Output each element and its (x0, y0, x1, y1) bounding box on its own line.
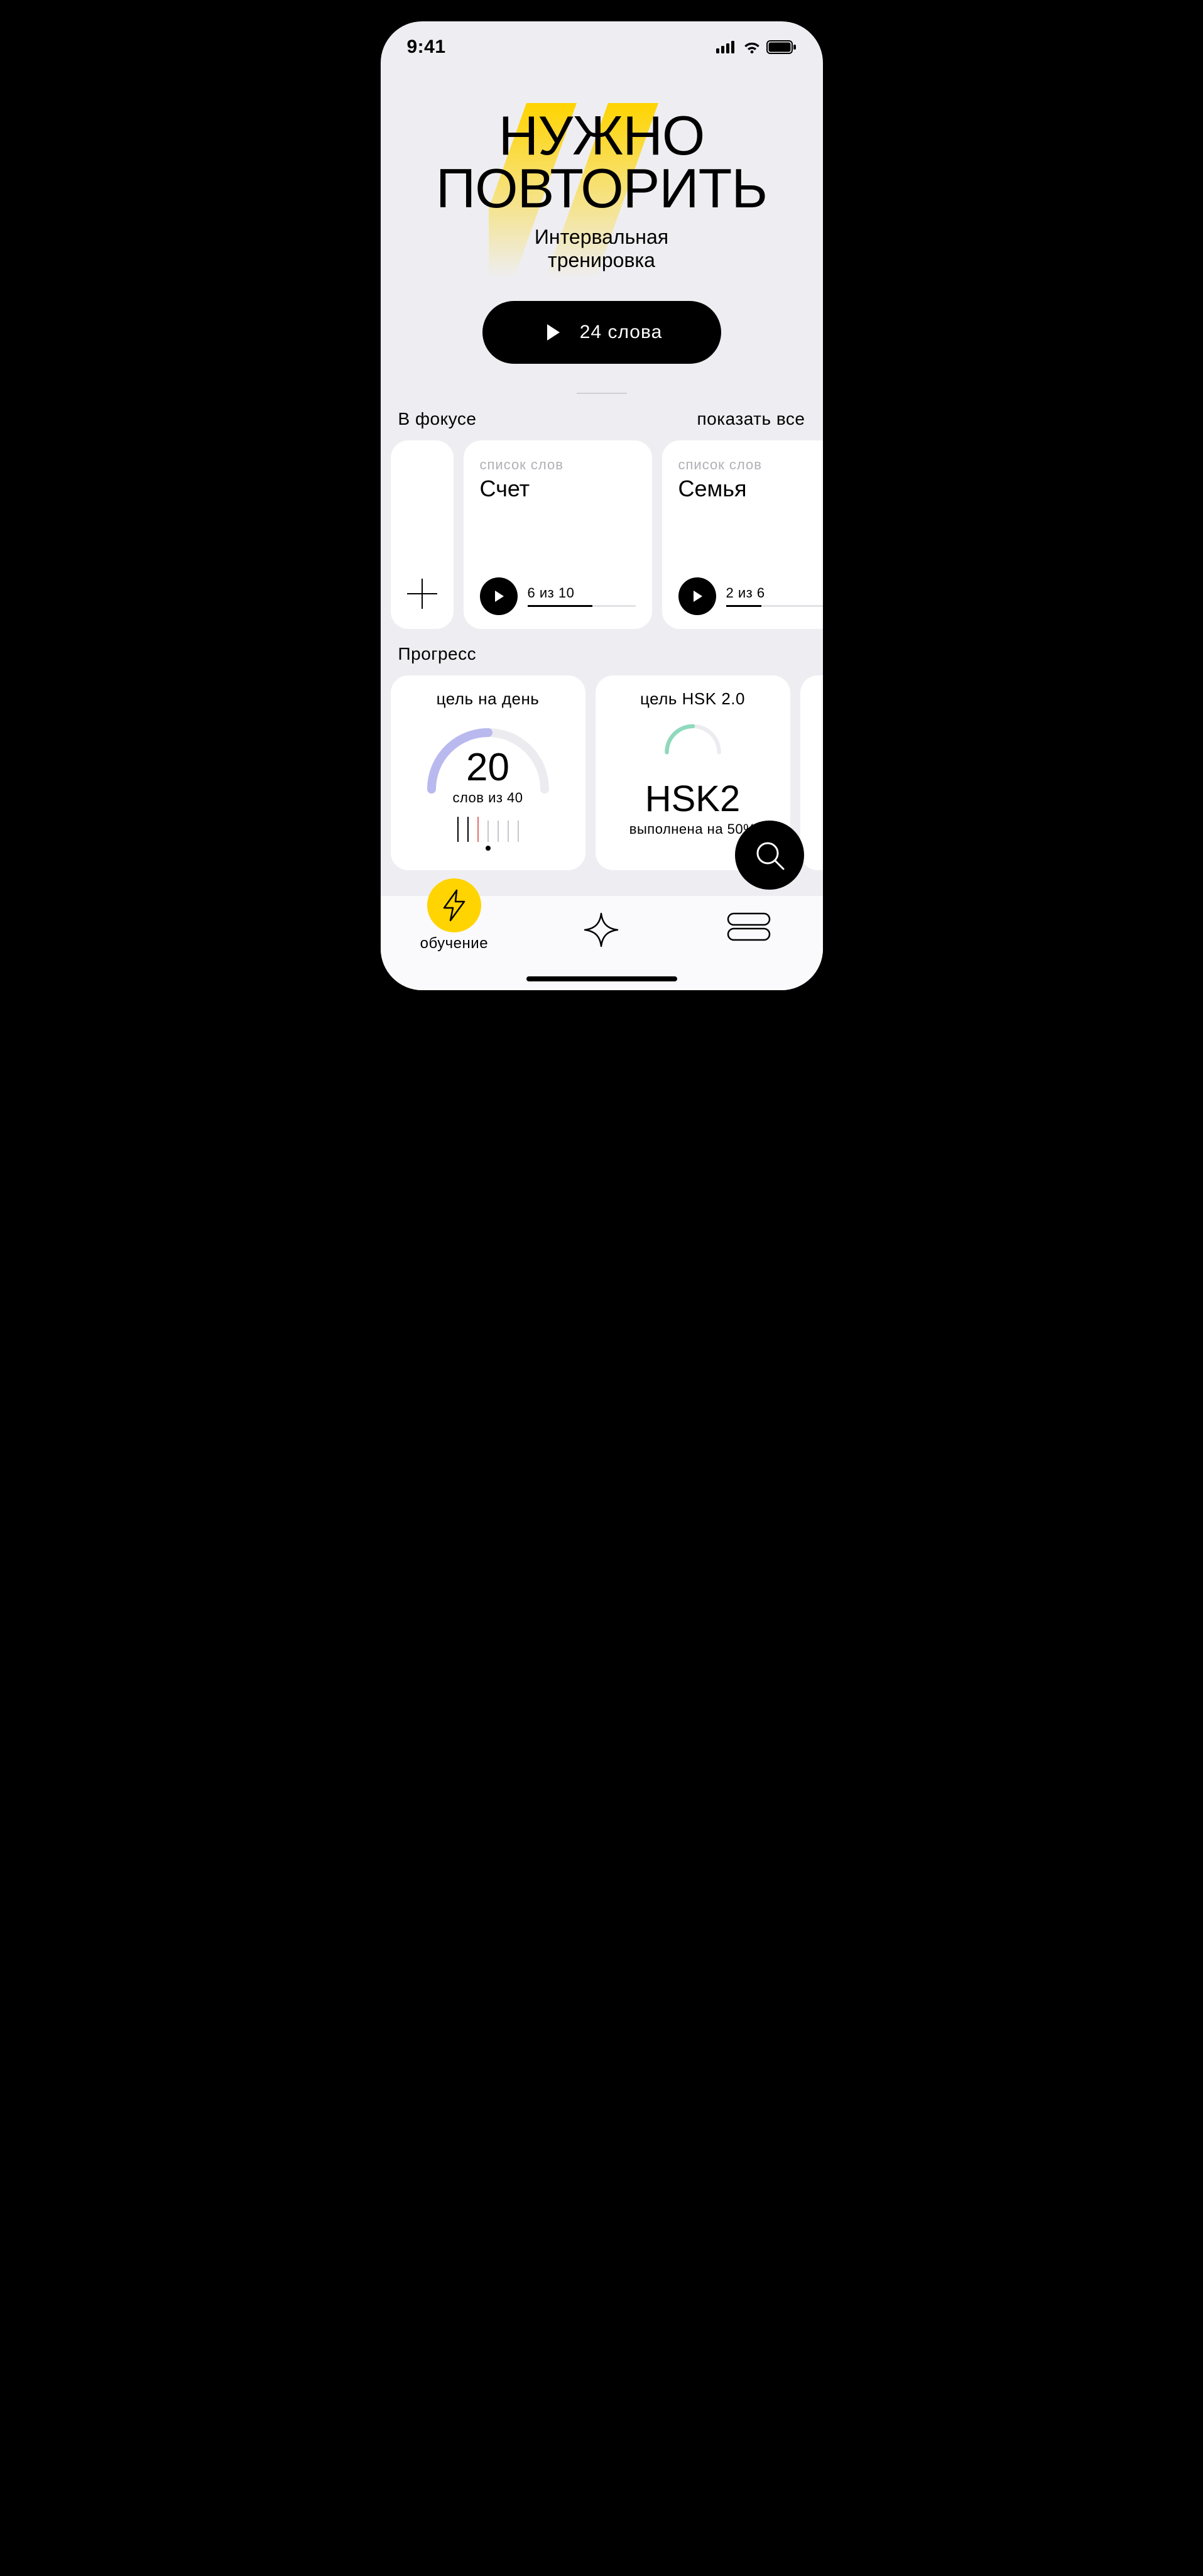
focus-card-progress: 6 из 10 (528, 585, 636, 607)
focus-card-eyebrow: список слов (678, 457, 823, 473)
focus-card-eyebrow: список слов (480, 457, 636, 473)
play-icon (495, 591, 504, 602)
battery-icon (766, 40, 797, 54)
daily-goal-ticks (457, 814, 519, 842)
hsk-goal-big: HSK2 (645, 778, 741, 820)
focus-card-progress: 2 из 6 (726, 585, 823, 607)
hsk-goal-arc (624, 718, 762, 755)
cellular-icon (716, 41, 738, 53)
hsk-goal-sub: выполнена на 50% (629, 821, 756, 838)
hero-title: нужно повторить (381, 109, 823, 214)
tab-learn-label: обучение (420, 935, 488, 952)
hero: нужно повторить Интервальная тренировка … (381, 59, 823, 394)
tab-middle[interactable] (551, 901, 651, 950)
home-indicator (526, 976, 677, 981)
hero-title-line2: повторить (436, 157, 767, 219)
list-icon (727, 911, 771, 942)
start-training-button[interactable]: 24 слова (482, 301, 721, 364)
wifi-icon (743, 40, 761, 54)
focus-card-progress-label: 6 из 10 (528, 585, 636, 601)
focus-card[interactable]: список слов Семья 2 из 6 (662, 440, 823, 629)
focus-card-progress-label: 2 из 6 (726, 585, 823, 601)
focus-card-title: Семья (678, 476, 823, 502)
hero-subtitle-line1: Интервальная (535, 226, 668, 248)
hero-subtitle: Интервальная тренировка (381, 226, 823, 272)
start-training-label: 24 слова (580, 322, 663, 343)
progress-bar-fill (726, 605, 762, 607)
sparkle-icon (581, 910, 621, 950)
progress-card-peek[interactable] (800, 675, 823, 870)
focus-card-play-button[interactable] (480, 577, 518, 615)
progress-section-header: Прогресс (381, 629, 823, 675)
status-time: 9:41 (407, 36, 446, 58)
focus-section-header: В фокусе показать все (381, 394, 823, 440)
screen: 9:41 (381, 21, 823, 990)
progress-bar (726, 605, 823, 607)
focus-card-play-button[interactable] (678, 577, 716, 615)
daily-goal-heading: цель на день (437, 689, 540, 709)
search-fab[interactable] (735, 821, 804, 890)
focus-show-all-link[interactable]: показать все (697, 409, 805, 429)
hsk-goal-heading: цель HSK 2.0 (640, 689, 745, 709)
daily-goal-gauge: 20 слов из 40 (419, 714, 557, 795)
daily-goal-number: 20 (419, 745, 557, 790)
pager-dot (486, 846, 491, 851)
progress-bar (528, 605, 636, 607)
tab-right[interactable] (699, 901, 799, 942)
add-wordlist-button[interactable] (391, 440, 454, 629)
bolt-icon (440, 889, 468, 922)
focus-card-title: Счет (480, 476, 636, 502)
play-icon (694, 591, 702, 602)
play-icon (547, 324, 560, 341)
status-icons (716, 40, 797, 54)
hero-divider (577, 393, 627, 394)
daily-goal-card[interactable]: цель на день 20 слов из 40 (391, 675, 585, 870)
focus-card[interactable]: список слов Счет 6 из 10 (464, 440, 652, 629)
focus-row: список слов Счет 6 из 10 (381, 440, 823, 629)
tab-learn[interactable]: обучение (404, 901, 504, 952)
progress-heading: Прогресс (398, 644, 477, 664)
tab-learn-icon-circle (427, 878, 481, 932)
plus-icon (407, 579, 437, 609)
status-bar: 9:41 (381, 21, 823, 59)
search-icon (752, 838, 787, 873)
hero-subtitle-line2: тренировка (548, 249, 655, 271)
device-frame: 9:41 (372, 13, 832, 999)
daily-goal-sub: слов из 40 (419, 790, 557, 806)
progress-bar-fill (528, 605, 592, 607)
focus-heading: В фокусе (398, 409, 477, 429)
